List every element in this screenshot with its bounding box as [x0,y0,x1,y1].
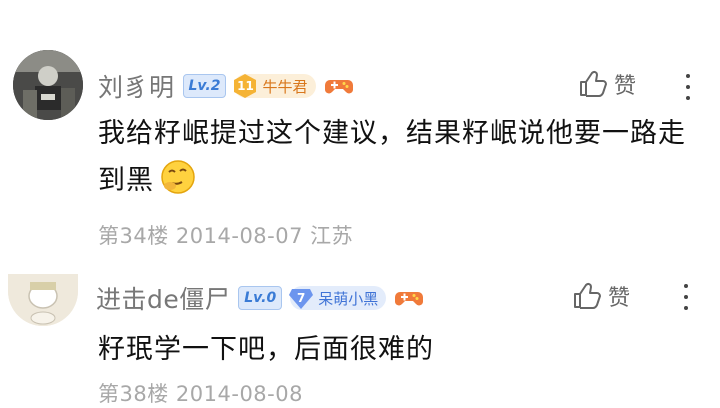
honor-title: 牛牛君 [262,77,308,96]
honor-level-icon: 11 [232,73,258,99]
user-info-line: 进击de僵尸 Lv.0 7 呆萌小黑 [96,278,424,318]
floor-number: 第34楼 [98,224,169,248]
post-date: 2014-08-07 [175,224,303,248]
like-button[interactable]: 赞 [578,68,636,100]
honor-level: 7 [297,291,306,305]
avatar[interactable] [13,50,83,120]
more-vertical-icon [684,284,690,310]
honor-level: 11 [237,79,254,93]
floor-number: 第38楼 [98,382,169,406]
comment-text-content: 籽珉学一下吧，后面很难的 [98,334,434,365]
like-button[interactable]: 赞 [572,280,630,312]
avatar[interactable] [8,274,78,326]
honor-badge: 7 呆萌小黑 [288,285,387,311]
level-badge: Lv.0 [238,286,283,310]
honor-badge: 11 牛牛君 [232,73,316,99]
thinking-emoji [161,160,195,194]
like-label: 赞 [608,286,631,311]
gamepad-icon [324,80,353,94]
user-info-line: 刘豸明 Lv.2 11 牛牛君 [98,66,354,106]
comment-meta: 第34楼 2014-08-07 江苏 [98,220,353,250]
username[interactable]: 进击de僵尸 [96,280,230,316]
gamepad-icon [395,292,424,306]
username[interactable]: 刘豸明 [98,68,175,104]
thumbs-up-icon [574,282,601,309]
more-vertical-icon [686,74,692,100]
thumbs-up-icon [580,70,607,97]
comment-item: 刘豸明 Lv.2 11 牛牛君 赞 我给籽岷提过这个建议，结果籽岷说他要一路走到… [0,44,720,266]
avatar-image [8,274,78,326]
avatar-image [13,50,83,120]
more-button[interactable] [684,284,690,317]
comment-meta: 第38楼 2014-08-08 [98,378,303,408]
post-location: 江苏 [310,224,354,248]
post-date: 2014-08-08 [175,382,303,406]
like-label: 赞 [614,74,637,99]
honor-title: 呆萌小黑 [318,289,379,308]
comment-text: 我给籽岷提过这个建议，结果籽岷说他要一路走到黑 [98,110,710,204]
comment-text: 籽珉学一下吧，后面很难的 [98,326,698,373]
more-button[interactable] [686,74,692,107]
level-badge: Lv.2 [182,74,227,98]
honor-level-icon: 7 [288,285,314,311]
comment-item: 进击de僵尸 Lv.0 7 呆萌小黑 赞 籽珉学一下吧，后面很难的 第38楼 2… [0,274,720,408]
